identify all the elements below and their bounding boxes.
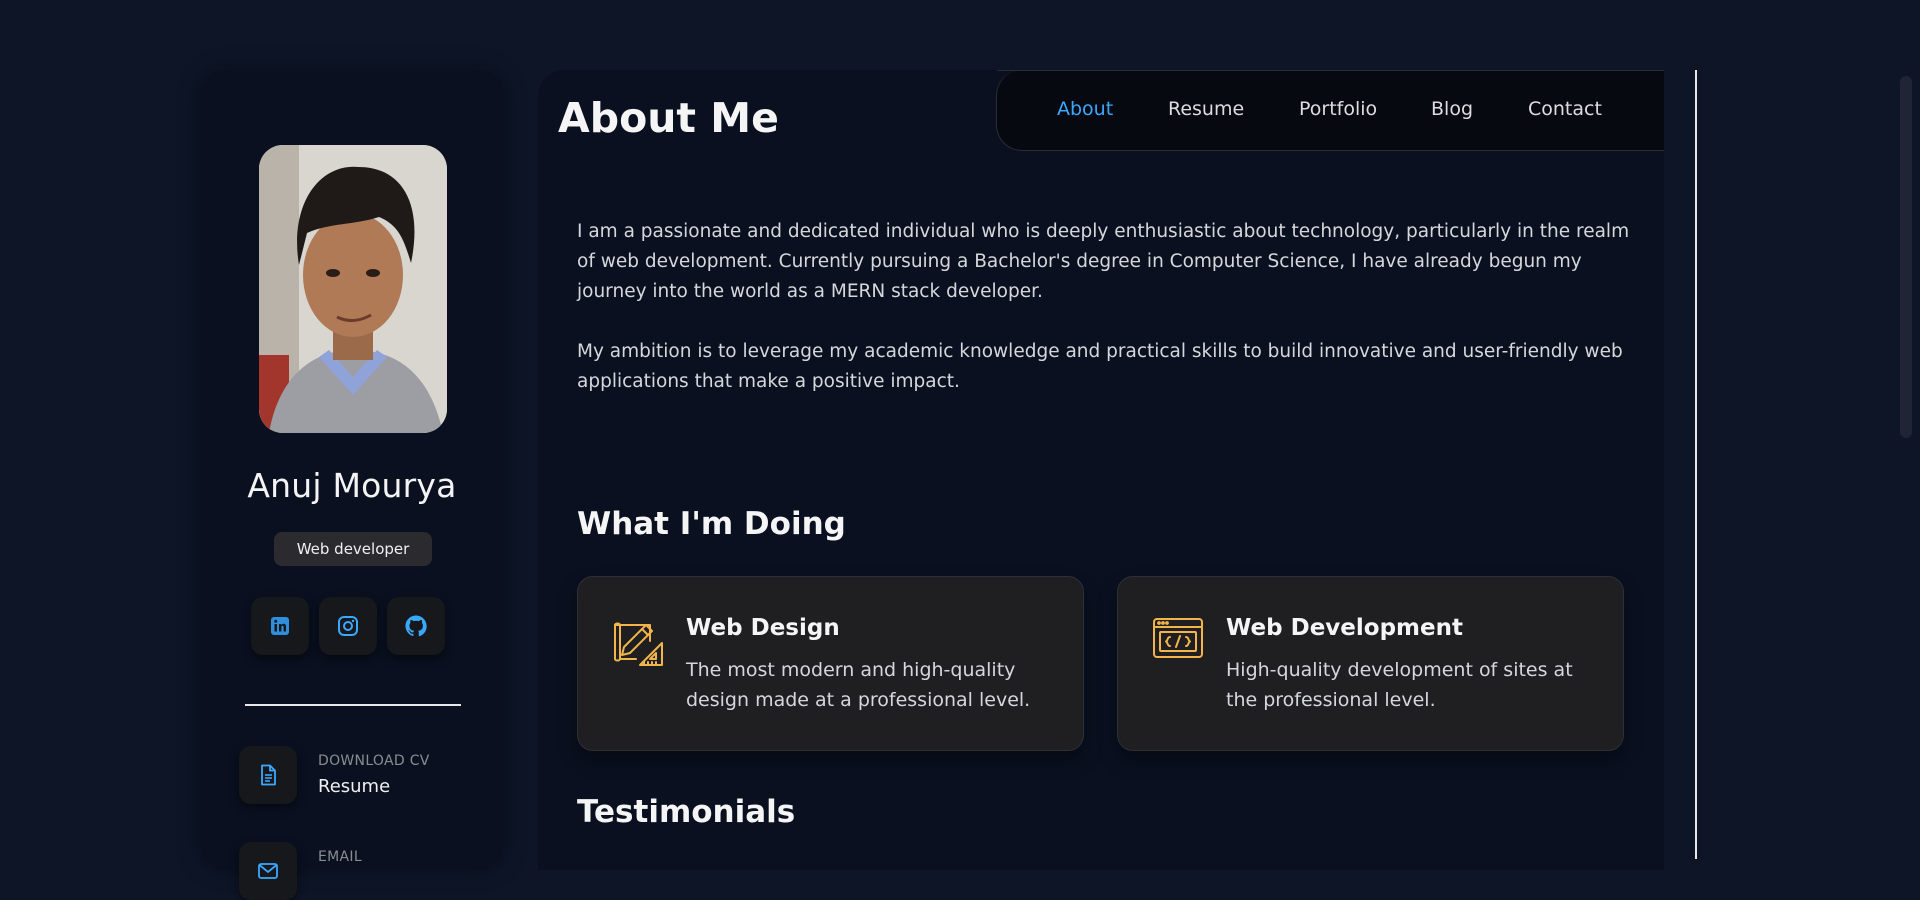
nav-about[interactable]: About [1057, 98, 1113, 120]
email-button[interactable] [239, 842, 297, 900]
document-icon [261, 764, 276, 786]
nav-blog[interactable]: Blog [1431, 98, 1473, 120]
profile-name: Anuj Mourya [247, 466, 457, 505]
github-button[interactable] [387, 597, 445, 655]
nav-contact[interactable]: Contact [1528, 98, 1602, 120]
profile-sidebar: Anuj Mourya Web developer DOWNLOAD CV Re… [200, 70, 504, 900]
download-cv-button[interactable] [239, 746, 297, 804]
profile-title-badge: Web developer [274, 532, 432, 566]
about-paragraph-1: I am a passionate and dedicated individu… [577, 221, 1630, 302]
service-card-web-development: Web Development High-quality development… [1117, 576, 1624, 751]
mail-icon [258, 863, 278, 879]
about-article: About Me I am a passionate and dedicated… [538, 70, 1664, 870]
linkedin-icon [271, 617, 289, 635]
avatar [259, 145, 447, 433]
main-navbar: About Resume Portfolio Blog Contact [996, 70, 1664, 151]
resume-link[interactable]: Resume [318, 776, 390, 797]
nav-portfolio[interactable]: Portfolio [1299, 98, 1377, 120]
service-card-web-design: Web Design The most modern and high-qual… [577, 576, 1084, 751]
service-title: Web Development [1226, 615, 1463, 641]
testimonials-heading: Testimonials [577, 794, 796, 830]
services-heading: What I'm Doing [577, 506, 846, 542]
service-description: High-quality development of sites at the… [1226, 659, 1573, 711]
code-window-icon [1153, 618, 1203, 658]
instagram-icon [338, 616, 358, 636]
download-cv-label: DOWNLOAD CV [318, 753, 430, 769]
github-icon [405, 615, 427, 637]
page-title: About Me [558, 94, 779, 142]
scrollbar-thumb[interactable] [1900, 76, 1912, 438]
sidebar-divider [245, 704, 461, 706]
avatar-photo [259, 145, 447, 433]
linkedin-button[interactable] [251, 597, 309, 655]
about-paragraph-2: My ambition is to leverage my academic k… [577, 341, 1623, 392]
page-edge-line [1695, 70, 1697, 859]
nav-resume[interactable]: Resume [1168, 98, 1244, 120]
service-description: The most modern and high-quality design … [686, 659, 1031, 711]
email-label: EMAIL [318, 849, 362, 865]
service-title: Web Design [686, 615, 840, 641]
design-icon [614, 622, 663, 666]
instagram-button[interactable] [319, 597, 377, 655]
